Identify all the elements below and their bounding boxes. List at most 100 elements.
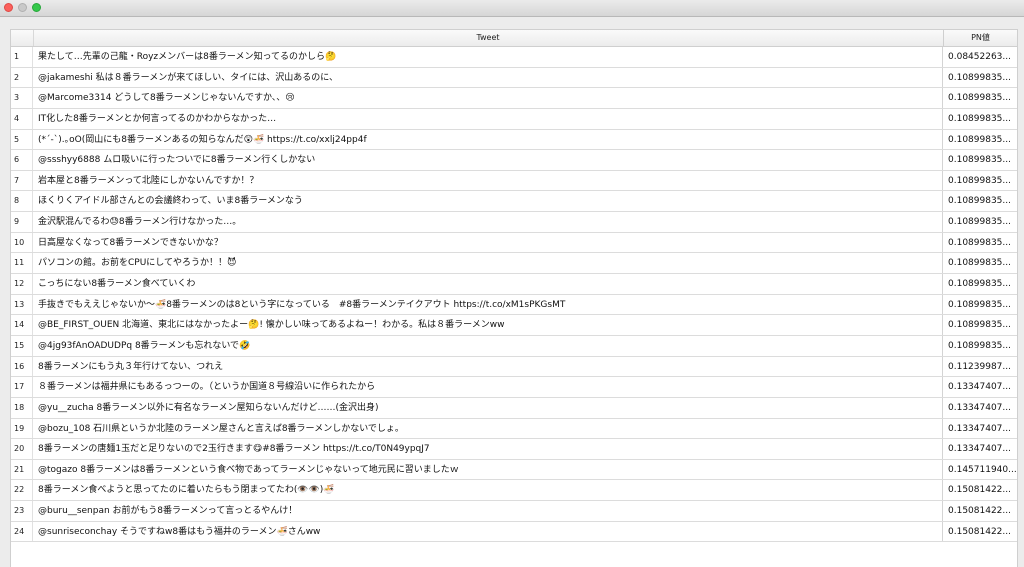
pn-value-cell[interactable]: 0.10899835... bbox=[944, 233, 1017, 253]
row-number: 9 bbox=[11, 212, 33, 232]
pn-value-cell[interactable]: 0.13347407... bbox=[944, 398, 1017, 418]
pn-value-cell[interactable]: 0.10899835... bbox=[944, 336, 1017, 356]
table-row[interactable]: 4 IT化した8番ラーメンとか何言ってるのかわからなかった… 0.10899835.… bbox=[11, 108, 1017, 130]
table-row[interactable]: 19 @bozu_108 石川県というか北陸のラーメン屋さんと言えば8番ラーメンし… bbox=[11, 418, 1017, 440]
maximize-window-button[interactable] bbox=[32, 3, 41, 12]
table-row[interactable]: 10 日高屋なくなって8番ラーメンできないかな？ 0.10899835... bbox=[11, 232, 1017, 254]
table-row[interactable]: 21 @togazo 8番ラーメンは8番ラーメンという食べ物であってラーメンじゃな… bbox=[11, 459, 1017, 481]
tweet-cell[interactable]: パソコンの館。お前をCPUにしてやろうか！！😈 bbox=[33, 253, 943, 274]
tweet-table: Tweet PN値 1 果たして…先輩の己龍・Royzメンバーは8番ラーメン知って… bbox=[10, 29, 1018, 567]
row-number: 20 bbox=[11, 439, 33, 459]
row-number: 8 bbox=[11, 191, 33, 212]
pn-value-cell[interactable]: 0.145711940... bbox=[944, 460, 1017, 480]
row-number: 21 bbox=[11, 459, 33, 480]
pn-value-cell[interactable]: 0.10899835... bbox=[944, 212, 1017, 232]
tweet-cell[interactable]: @sunriseconchay そうですねw8番はもう福井のラーメン🍜さんww bbox=[33, 521, 943, 542]
row-number: 23 bbox=[11, 501, 33, 521]
tweet-cell[interactable]: @ssshyy6888 ムロ吸いに行ったついでに8番ラーメン行くしかない bbox=[33, 150, 943, 170]
tweet-cell[interactable]: 果たして…先輩の己龍・Royzメンバーは8番ラーメン知ってるのかしら🤔 bbox=[33, 47, 943, 67]
pn-value-cell[interactable]: 0.13347407... bbox=[944, 419, 1017, 439]
tweet-cell[interactable]: @BE_FIRST_OUEN 北海道、東北にはなかったよー🤔! 懐かしい味ってあ… bbox=[33, 315, 943, 335]
tweet-cell[interactable]: ８番ラーメンは福井県にもあるっつーの。（というか国道８号線沿いに作られたから bbox=[33, 377, 943, 397]
table-row[interactable]: 8 ほくりくアイドル部さんとの会議終わって、いま8番ラーメンなう 0.1089983… bbox=[11, 191, 1017, 213]
pn-value-cell[interactable]: 0.10899835... bbox=[944, 88, 1017, 108]
row-number: 5 bbox=[11, 129, 33, 150]
tweet-cell[interactable]: @bozu_108 石川県というか北陸のラーメン屋さんと言えば8番ラーメンしかな… bbox=[33, 418, 943, 439]
table-row[interactable]: 2 @jakameshi 私は８番ラーメンが来てほしい、タイには、沢山あるのに、 0… bbox=[11, 67, 1017, 89]
close-window-button[interactable] bbox=[4, 3, 13, 12]
table-row[interactable]: 18 @yu__zucha 8番ラーメン以外に有名なラーメン屋知らないんだけど……… bbox=[11, 397, 1017, 419]
pn-value-cell[interactable]: 0.10899835... bbox=[944, 191, 1017, 211]
row-number: 22 bbox=[11, 480, 33, 501]
tweet-cell[interactable]: @Marcome3314 どうして8番ラーメンじゃないんですか、、😢 bbox=[33, 88, 943, 108]
row-number-header bbox=[11, 30, 34, 46]
tweet-cell[interactable]: @buru__senpan お前がもう8番ラーメンって言っとるやんけ！ bbox=[33, 501, 943, 521]
tweet-cell[interactable]: 金沢駅混んでるわ😓8番ラーメン行けなかった…。 bbox=[33, 212, 943, 232]
pn-value-cell[interactable]: 0.13347407... bbox=[944, 377, 1017, 397]
row-number: 11 bbox=[11, 253, 33, 274]
table-row[interactable]: 9 金沢駅混んでるわ😓8番ラーメン行けなかった…。 0.10899835... bbox=[11, 212, 1017, 233]
table-row[interactable]: 17 ８番ラーメンは福井県にもあるっつーの。（というか国道８号線沿いに作られたから… bbox=[11, 377, 1017, 398]
pn-column-header[interactable]: PN値 bbox=[944, 30, 1017, 46]
tweet-cell[interactable]: 8番ラーメン食べようと思ってたのに着いたらもう閉まってたわ(👁️👁️)🍜 bbox=[33, 480, 943, 501]
table-row[interactable]: 3 @Marcome3314 どうして8番ラーメンじゃないんですか、、😢 0.108… bbox=[11, 88, 1017, 109]
tweet-column-header[interactable]: Tweet bbox=[33, 30, 944, 46]
tweet-cell[interactable]: 岩本屋と8番ラーメンって北陸にしかないんですか！？ bbox=[33, 170, 943, 191]
tweet-cell[interactable]: 手抜きでもええじゃないか〜🍜8番ラーメンのは8という字になっている #8番ラーメ… bbox=[33, 294, 943, 315]
row-number: 3 bbox=[11, 88, 33, 108]
tweet-cell[interactable]: (*´-`).｡oO(岡山にも8番ラーメンあるの知らなんだ😲🍜 https://… bbox=[33, 129, 943, 150]
pn-value-cell[interactable]: 0.08452263... bbox=[944, 47, 1017, 67]
pn-value-cell[interactable]: 0.10899835... bbox=[944, 150, 1017, 170]
pn-value-cell[interactable]: 0.10899835... bbox=[944, 274, 1017, 294]
pn-value-cell[interactable]: 0.10899835... bbox=[944, 171, 1017, 191]
table-row[interactable]: 13 手抜きでもええじゃないか〜🍜8番ラーメンのは8という字になっている #8番ラ… bbox=[11, 294, 1017, 316]
table-row[interactable]: 6 @ssshyy6888 ムロ吸いに行ったついでに8番ラーメン行くしかない 0.1… bbox=[11, 150, 1017, 171]
pn-value-cell[interactable]: 0.15081422... bbox=[944, 501, 1017, 521]
table-row[interactable]: 12 こっちにない8番ラーメン食べていくわ 0.10899835... bbox=[11, 274, 1017, 295]
table-row[interactable]: 23 @buru__senpan お前がもう8番ラーメンって言っとるやんけ！ 0.1… bbox=[11, 501, 1017, 522]
table-row[interactable]: 15 @4jg93fAnOADUDPq 8番ラーメンも忘れないで🤣 0.108998… bbox=[11, 335, 1017, 357]
tweet-cell[interactable]: @yu__zucha 8番ラーメン以外に有名なラーメン屋知らないんだけど……(金… bbox=[33, 397, 943, 418]
table-row[interactable]: 24 @sunriseconchay そうですねw8番はもう福井のラーメン🍜さんw… bbox=[11, 521, 1017, 543]
tweet-cell[interactable]: @togazo 8番ラーメンは8番ラーメンという食べ物であってラーメンじゃないっ… bbox=[33, 459, 943, 480]
table-row[interactable]: 20 8番ラーメンの唐麺1玉だと足りないので2玉行きます😋#8番ラーメン http… bbox=[11, 439, 1017, 460]
tweet-cell[interactable]: 日高屋なくなって8番ラーメンできないかな？ bbox=[33, 232, 943, 253]
tweet-cell[interactable]: @4jg93fAnOADUDPq 8番ラーメンも忘れないで🤣 bbox=[33, 335, 943, 356]
row-number: 2 bbox=[11, 67, 33, 88]
row-number: 12 bbox=[11, 274, 33, 294]
row-number: 6 bbox=[11, 150, 33, 170]
row-number: 18 bbox=[11, 397, 33, 418]
row-number: 10 bbox=[11, 232, 33, 253]
row-number: 13 bbox=[11, 294, 33, 315]
pn-value-cell[interactable]: 0.10899835... bbox=[944, 295, 1017, 315]
tweet-cell[interactable]: こっちにない8番ラーメン食べていくわ bbox=[33, 274, 943, 294]
table-row[interactable]: 22 8番ラーメン食べようと思ってたのに着いたらもう閉まってたわ(👁️👁️)🍜 0.… bbox=[11, 480, 1017, 502]
row-number: 24 bbox=[11, 521, 33, 542]
pn-value-cell[interactable]: 0.10899835... bbox=[944, 253, 1017, 273]
pn-value-cell[interactable]: 0.15081422... bbox=[944, 522, 1017, 542]
table-row[interactable]: 7 岩本屋と8番ラーメンって北陸にしかないんですか！？ 0.10899835... bbox=[11, 170, 1017, 192]
tweet-cell[interactable]: ほくりくアイドル部さんとの会議終わって、いま8番ラーメンなう bbox=[33, 191, 943, 212]
pn-value-cell[interactable]: 0.11239987... bbox=[944, 357, 1017, 377]
pn-value-cell[interactable]: 0.10899835... bbox=[944, 68, 1017, 88]
table-row[interactable]: 5 (*´-`).｡oO(岡山にも8番ラーメンあるの知らなんだ😲🍜 https:/… bbox=[11, 129, 1017, 151]
tweet-cell[interactable]: 8番ラーメンにもう丸３年行けてない、つれえ bbox=[33, 356, 943, 377]
minimize-window-button[interactable] bbox=[18, 3, 27, 12]
pn-value-cell[interactable]: 0.10899835... bbox=[944, 315, 1017, 335]
window-titlebar bbox=[0, 0, 1024, 17]
tweet-cell[interactable]: @jakameshi 私は８番ラーメンが来てほしい、タイには、沢山あるのに、 bbox=[33, 67, 943, 88]
row-number: 19 bbox=[11, 418, 33, 439]
row-number: 17 bbox=[11, 377, 33, 397]
tweet-cell[interactable]: IT化した8番ラーメンとか何言ってるのかわからなかった… bbox=[33, 108, 943, 129]
table-row[interactable]: 1 果たして…先輩の己龍・Royzメンバーは8番ラーメン知ってるのかしら🤔 0.08… bbox=[11, 47, 1017, 68]
table-row[interactable]: 11 パソコンの館。お前をCPUにしてやろうか！！😈 0.10899835... bbox=[11, 253, 1017, 275]
pn-value-cell[interactable]: 0.10899835... bbox=[944, 109, 1017, 129]
table-row[interactable]: 14 @BE_FIRST_OUEN 北海道、東北にはなかったよー🤔! 懐かしい味っ… bbox=[11, 315, 1017, 336]
pn-value-cell[interactable]: 0.10899835... bbox=[944, 130, 1017, 150]
pn-value-cell[interactable]: 0.13347407... bbox=[944, 439, 1017, 459]
pn-value-cell[interactable]: 0.15081422... bbox=[944, 480, 1017, 500]
table-row[interactable]: 16 8番ラーメンにもう丸３年行けてない、つれえ 0.11239987... bbox=[11, 356, 1017, 378]
row-number: 14 bbox=[11, 315, 33, 335]
table-body: 1 果たして…先輩の己龍・Royzメンバーは8番ラーメン知ってるのかしら🤔 0.08… bbox=[11, 47, 1017, 543]
tweet-cell[interactable]: 8番ラーメンの唐麺1玉だと足りないので2玉行きます😋#8番ラーメン https:… bbox=[33, 439, 943, 459]
